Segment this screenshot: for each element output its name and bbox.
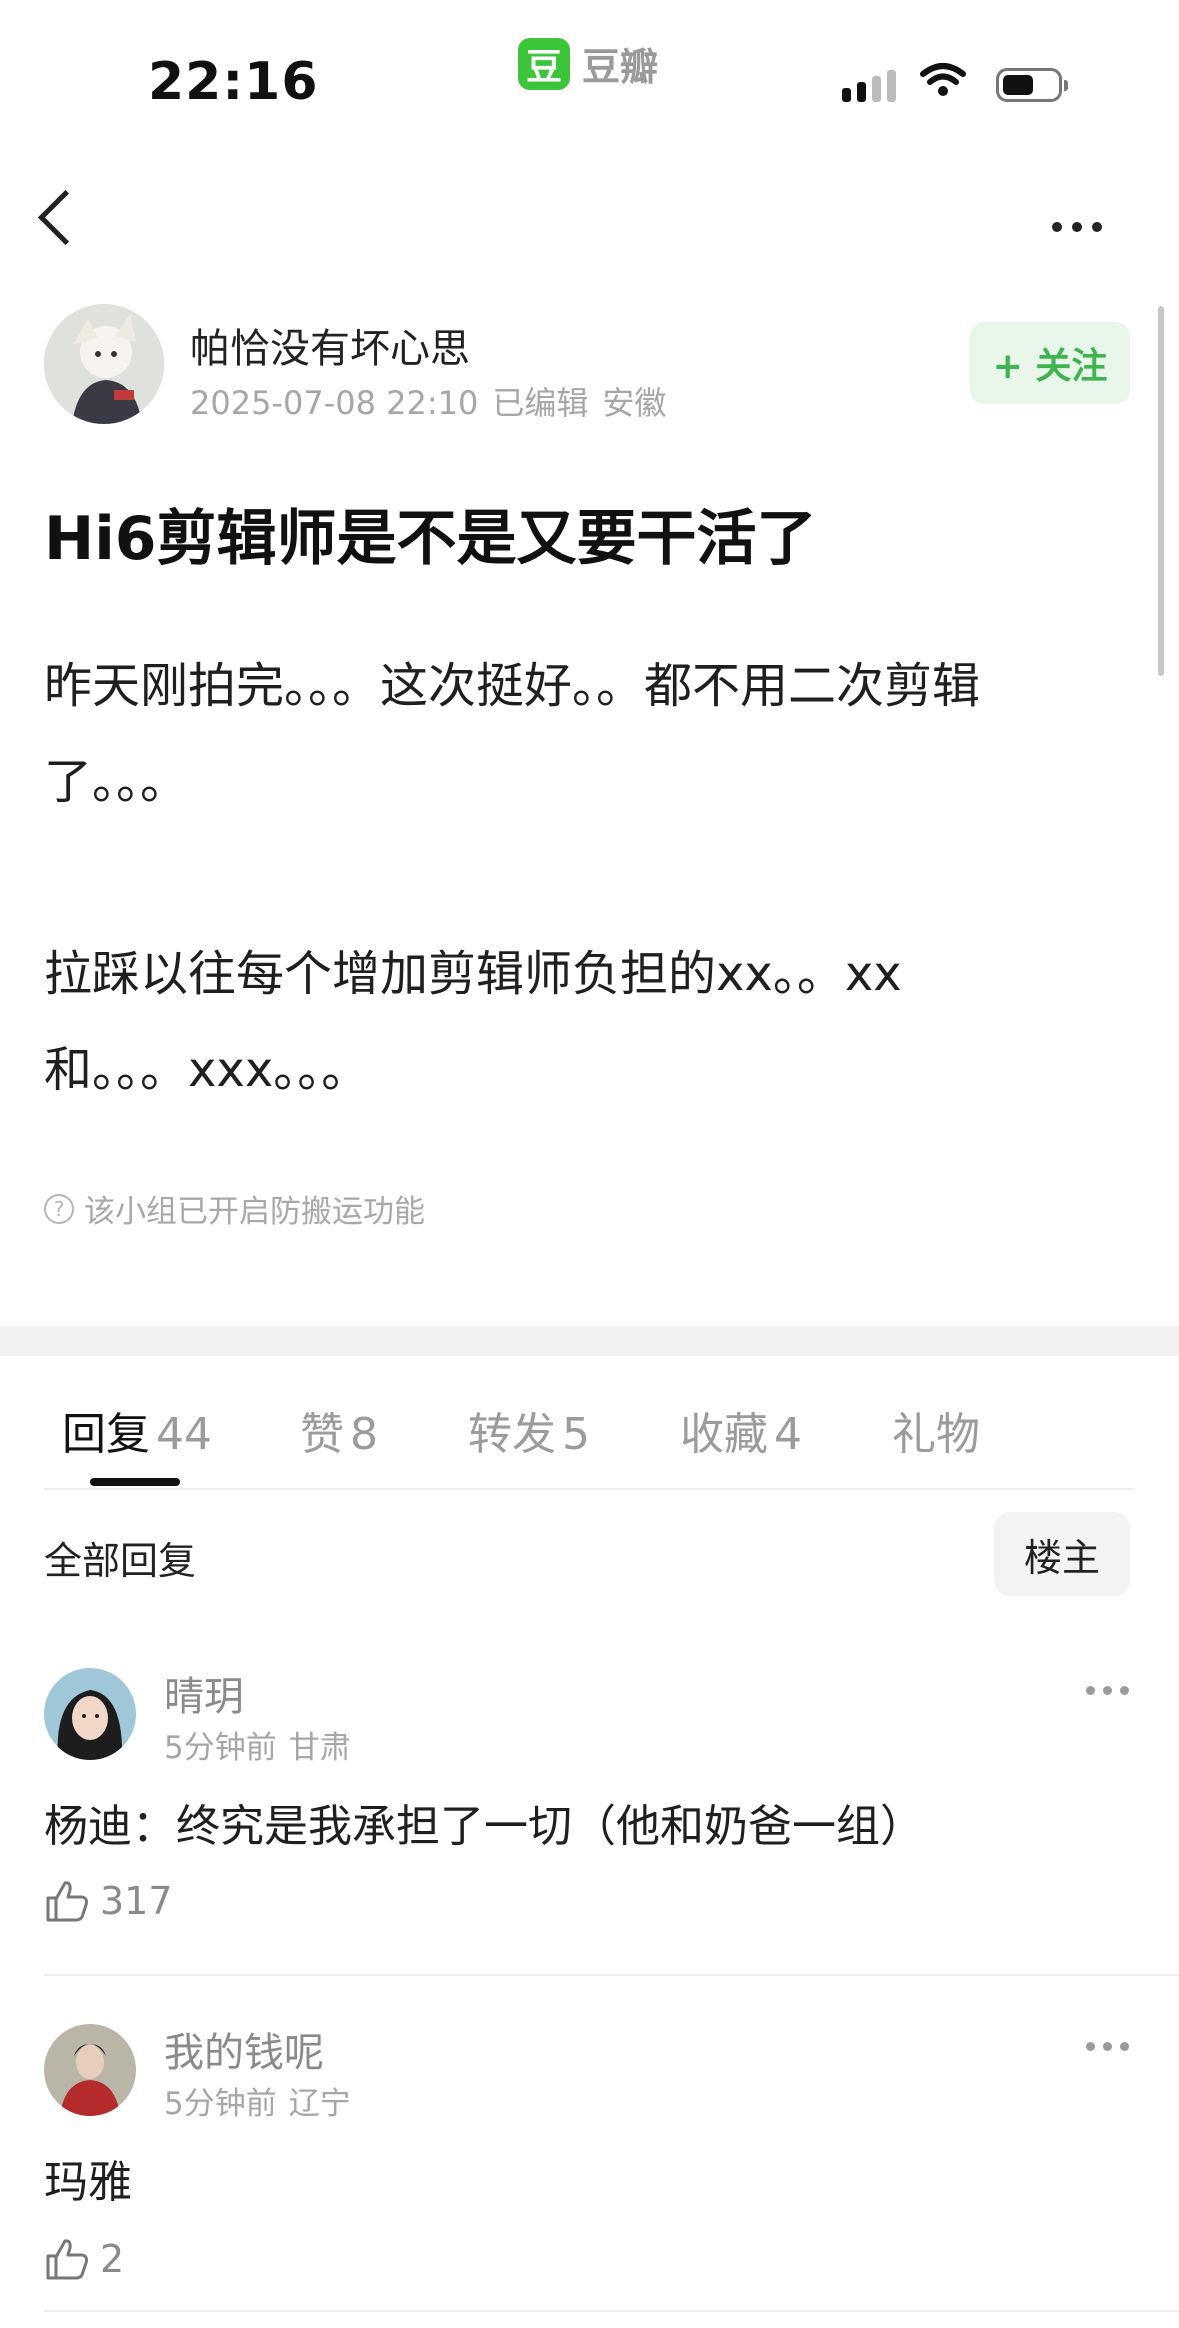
all-replies-heading: 全部回复 (44, 1539, 197, 1583)
comment-time: 5分钟前 (164, 2086, 277, 2122)
post-datetime: 2025-07-08 22:10 (190, 384, 479, 422)
comment-like-button[interactable]: 317 (44, 1878, 173, 1924)
comment-divider (44, 1974, 1179, 1976)
scrollbar[interactable] (1158, 306, 1164, 676)
like-count: 2 (100, 2237, 125, 2281)
wifi-icon (920, 62, 966, 102)
douban-logo: 豆 豆瓣 (518, 36, 658, 91)
comment-author[interactable]: 晴玥 (164, 1664, 244, 1722)
op-only-filter-button[interactable]: 楼主 (994, 1512, 1130, 1596)
tab-reposts[interactable]: 转发 5 (468, 1398, 590, 1462)
tab-label: 礼物 (892, 1409, 980, 1460)
douban-logo-mark: 豆 (518, 37, 570, 90)
like-count: 317 (100, 1879, 173, 1923)
tab-count: 5 (562, 1409, 590, 1460)
author-avatar[interactable] (44, 304, 164, 424)
tab-count: 4 (774, 1409, 802, 1460)
question-icon: ? (44, 1193, 74, 1224)
comment-meta: 5分钟前 甘肃 (164, 1722, 363, 1767)
status-time: 22:16 (148, 52, 319, 112)
tab-label: 赞 (300, 1409, 344, 1460)
comment-more-icon[interactable] (1086, 1686, 1129, 1695)
comment-divider (44, 2310, 1179, 2312)
follow-button[interactable]: + 关注 (970, 322, 1130, 404)
tab-count: 44 (156, 1409, 212, 1460)
comment-time: 5分钟前 (164, 1730, 277, 1766)
signal-icon (842, 70, 896, 102)
active-tab-indicator (90, 1478, 180, 1486)
tab-label: 转发 (468, 1409, 556, 1460)
notice-text: 该小组已开启防搬运功能 (84, 1194, 425, 1230)
tab-divider (44, 1488, 1134, 1490)
post-location: 安徽 (602, 384, 667, 422)
post-body-line: 了。。。 (44, 754, 189, 810)
comment-location: 甘肃 (288, 1730, 351, 1766)
comment-location: 辽宁 (288, 2086, 351, 2122)
tab-label: 收藏 (680, 1409, 768, 1460)
tab-count: 8 (350, 1409, 378, 1460)
anti-repost-notice: ? 该小组已开启防搬运功能 (44, 1186, 425, 1231)
more-icon[interactable] (1052, 222, 1102, 232)
comment-meta: 5分钟前 辽宁 (164, 2078, 363, 2123)
edited-tag: 已编辑 (492, 384, 589, 422)
tab-label: 回复 (62, 1409, 150, 1460)
comment-text: 杨迪：终究是我承担了一切（他和奶爸一组） (44, 1801, 924, 1852)
comment-like-button[interactable]: 2 (44, 2236, 124, 2282)
post-body-line: 和。。。xxx。。。 (44, 1042, 370, 1098)
section-divider (0, 1326, 1179, 1356)
post-body-line: 拉踩以往每个增加剪辑师负担的xx。。xx (44, 946, 902, 1002)
tab-gifts[interactable]: 礼物 (892, 1398, 980, 1462)
back-icon[interactable] (37, 189, 94, 246)
author-name[interactable]: 帕恰没有坏心思 (190, 316, 470, 374)
tab-likes[interactable]: 赞8 (300, 1398, 378, 1462)
douban-logo-text: 豆瓣 (582, 45, 659, 89)
author-meta: 2025-07-08 22:10 已编辑 安徽 (190, 378, 680, 424)
comment-avatar[interactable] (44, 2024, 136, 2116)
thumbs-up-icon (46, 2239, 88, 2280)
tab-collections[interactable]: 收藏 4 (680, 1398, 802, 1462)
comment-author[interactable]: 我的钱呢 (164, 2020, 324, 2078)
post-title: Hi6剪辑师是不是又要干活了 (44, 504, 817, 574)
thumbs-up-icon (46, 1881, 88, 1922)
comment-more-icon[interactable] (1086, 2042, 1129, 2051)
battery-icon (996, 68, 1068, 102)
comment-text: 玛雅 (44, 2157, 132, 2208)
comment-avatar[interactable] (44, 1668, 136, 1760)
post-body-line: 昨天刚拍完。。。这次挺好。。都不用二次剪辑 (44, 658, 981, 714)
tab-replies[interactable]: 回复 44 (62, 1398, 212, 1462)
